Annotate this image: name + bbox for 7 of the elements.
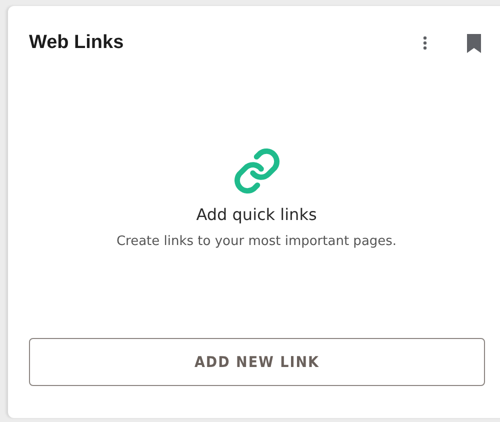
link-icon [232,146,282,196]
add-new-link-button[interactable]: ADD NEW LINK [29,338,485,386]
more-options-icon[interactable] [423,36,427,50]
card-title: Web Links [29,32,124,54]
empty-state-heading: Add quick links [196,205,317,224]
empty-state-description: Create links to your most important pages. [116,234,397,249]
bookmark-icon[interactable] [467,34,481,52]
